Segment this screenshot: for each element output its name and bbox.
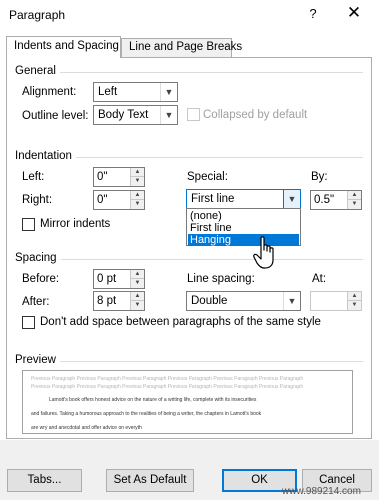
ok-button-label: OK: [251, 474, 268, 486]
spin-down-icon[interactable]: ▼: [347, 301, 361, 310]
preview-box: Previous Paragraph Previous Paragraph Pr…: [22, 370, 353, 434]
by-label: By:: [311, 171, 328, 183]
chevron-down-icon[interactable]: ▼: [160, 106, 177, 124]
special-option-first-line[interactable]: First line: [188, 222, 299, 234]
spin-up-icon[interactable]: ▲: [347, 191, 361, 200]
collapsed-by-default-checkbox[interactable]: [187, 108, 200, 121]
outline-level-combo[interactable]: Body Text ▼: [93, 105, 178, 125]
spin-up-icon[interactable]: ▲: [347, 292, 361, 301]
chevron-down-icon[interactable]: ▼: [160, 83, 177, 101]
alignment-label: Alignment:: [22, 86, 77, 98]
close-button[interactable]: ✕: [345, 3, 363, 23]
special-combo[interactable]: First line ▼: [186, 189, 301, 209]
spin-up-icon[interactable]: ▲: [130, 191, 144, 200]
special-option-hanging[interactable]: Hanging: [188, 234, 299, 246]
chevron-down-icon[interactable]: ▼: [283, 190, 300, 208]
alignment-combo[interactable]: Left ▼: [93, 82, 178, 102]
line-spacing-combo[interactable]: Double ▼: [186, 291, 301, 311]
set-as-default-button[interactable]: Set As Default: [106, 469, 194, 492]
before-value: 0 pt: [97, 273, 117, 285]
right-indent-value: 0": [97, 194, 108, 206]
spacing-section-title: Spacing: [15, 252, 61, 264]
help-button[interactable]: ?: [305, 6, 321, 21]
indentation-section-title: Indentation: [15, 150, 76, 162]
spin-up-icon[interactable]: ▲: [130, 292, 144, 301]
tabs-button-label: Tabs...: [27, 474, 62, 486]
before-label: Before:: [22, 273, 60, 285]
special-label: Special:: [187, 171, 228, 183]
before-spinner[interactable]: 0 pt ▲ ▼: [93, 269, 145, 289]
close-icon: ✕: [346, 3, 362, 22]
left-indent-value: 0": [97, 171, 108, 183]
tab-label: Line and Page Breaks: [129, 41, 243, 53]
right-indent-spinner[interactable]: 0" ▲ ▼: [93, 190, 145, 210]
hand-cursor-icon: [253, 236, 274, 269]
left-indent-label: Left:: [22, 171, 45, 183]
left-indent-spinner[interactable]: 0" ▲ ▼: [93, 167, 145, 187]
line-spacing-value: Double: [191, 295, 228, 307]
dont-add-space-label: Don't add space between paragraphs of th…: [40, 316, 321, 328]
spin-down-icon[interactable]: ▼: [347, 200, 361, 209]
spacing-divider: [58, 259, 363, 260]
line-spacing-label: Line spacing:: [187, 273, 255, 285]
alignment-value: Left: [98, 86, 118, 98]
tab-line-and-page-breaks[interactable]: Line and Page Breaks: [121, 38, 242, 57]
spin-down-icon[interactable]: ▼: [130, 177, 144, 186]
at-label: At:: [312, 273, 327, 285]
preview-section-title: Preview: [15, 354, 60, 366]
general-section-title: General: [15, 65, 60, 77]
spin-up-icon[interactable]: ▲: [130, 270, 144, 279]
tab-label: Indents and Spacing: [14, 40, 119, 52]
dont-add-space-checkbox[interactable]: [22, 316, 35, 329]
spin-down-icon[interactable]: ▼: [130, 279, 144, 288]
by-spinner[interactable]: 0.5" ▲ ▼: [310, 190, 362, 210]
special-option-none[interactable]: (none): [188, 210, 299, 222]
mirror-indents-label: Mirror indents: [40, 218, 111, 230]
tab-indents-and-spacing[interactable]: Indents and Spacing: [6, 36, 121, 58]
preview-text-line: Lamott's book offers honest advice on th…: [49, 397, 257, 403]
collapsed-by-default-label: Collapsed by default: [203, 109, 308, 121]
spin-down-icon[interactable]: ▼: [130, 200, 144, 209]
special-value: First line: [191, 193, 235, 205]
preview-divider: [58, 361, 363, 362]
cancel-button-label: Cancel: [319, 474, 355, 486]
watermark: www.989214.com: [282, 486, 361, 497]
after-label: After:: [22, 296, 50, 308]
indentation-divider: [75, 157, 363, 158]
after-spinner[interactable]: 8 pt ▲ ▼: [93, 291, 145, 311]
preview-previous-line: Previous Paragraph Previous Paragraph Pr…: [31, 384, 304, 390]
spin-up-icon[interactable]: ▲: [130, 168, 144, 177]
general-divider: [58, 72, 363, 73]
preview-text-line: and failures. Taking a humorous approach…: [31, 411, 262, 417]
at-spinner[interactable]: ▲ ▼: [310, 291, 362, 311]
outline-level-value: Body Text: [98, 109, 149, 121]
tabs-button[interactable]: Tabs...: [7, 469, 82, 492]
chevron-down-icon[interactable]: ▼: [283, 292, 300, 310]
outline-level-label: Outline level:: [22, 110, 89, 122]
window-title: Paragraph: [9, 8, 66, 22]
special-dropdown-list: (none) First line Hanging: [186, 208, 301, 246]
by-value: 0.5": [314, 194, 335, 206]
preview-previous-line: Previous Paragraph Previous Paragraph Pr…: [31, 376, 304, 382]
after-value: 8 pt: [97, 295, 117, 307]
set-as-default-label: Set As Default: [113, 474, 187, 486]
spin-down-icon[interactable]: ▼: [130, 301, 144, 310]
mirror-indents-checkbox[interactable]: [22, 218, 35, 231]
right-indent-label: Right:: [22, 194, 53, 206]
preview-text-line: are wry and anecdotal and offer advice o…: [31, 425, 142, 431]
